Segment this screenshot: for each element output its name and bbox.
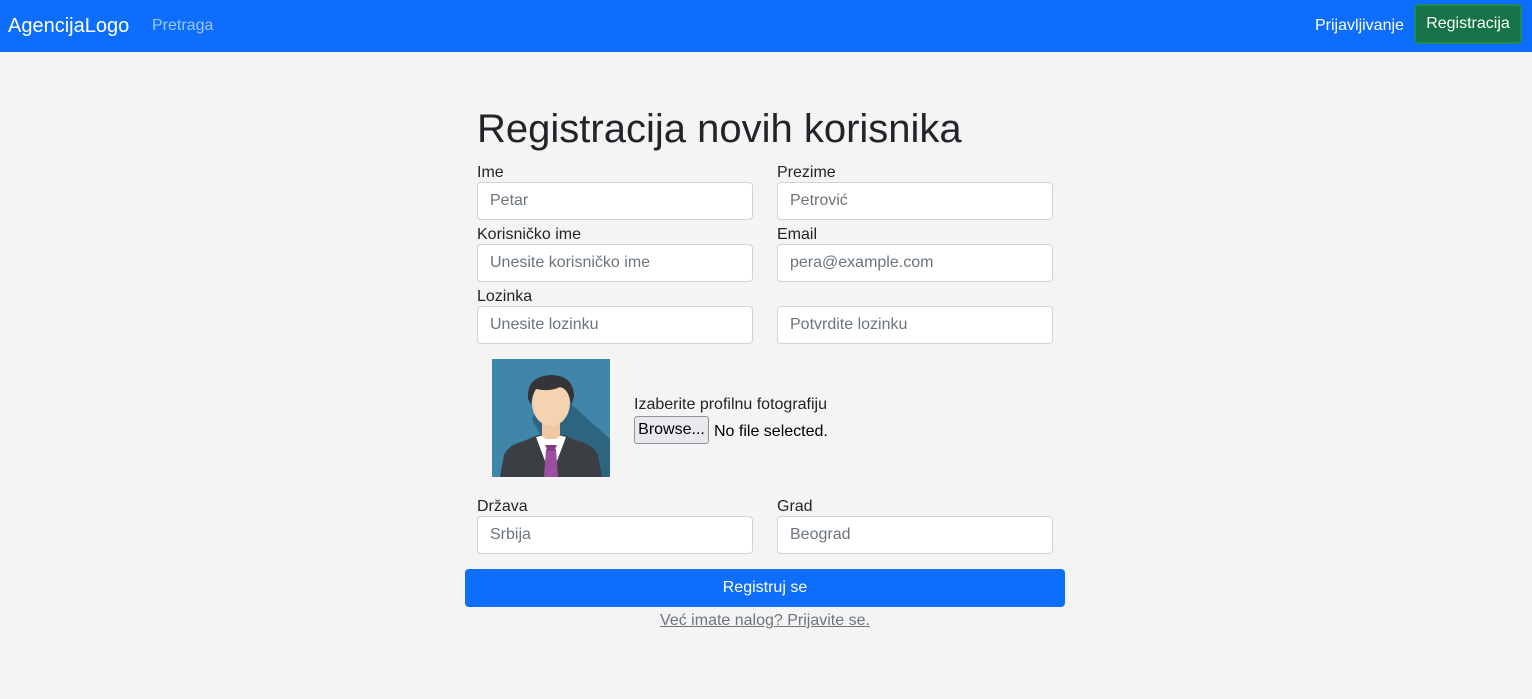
country-label: Država	[477, 498, 528, 515]
username-label: Korisničko ime	[477, 226, 582, 243]
city-input[interactable]	[777, 516, 1053, 554]
password-confirm-input[interactable]	[777, 306, 1053, 344]
password-label: Lozinka	[477, 288, 533, 305]
first-name-input[interactable]	[477, 182, 753, 220]
country-input[interactable]	[477, 516, 753, 554]
page-title: Registracija novih korisnika	[477, 107, 962, 151]
navbar: AgencijaLogo Pretraga Prijavljivanje Reg…	[0, 0, 1532, 52]
password-input[interactable]	[477, 306, 753, 344]
city-label: Grad	[777, 498, 813, 515]
nav-search-link[interactable]: Pretraga	[152, 16, 213, 36]
email-input[interactable]	[777, 244, 1053, 282]
first-name-label: Ime	[477, 164, 504, 181]
file-status-text: No file selected.	[714, 423, 828, 440]
last-name-input[interactable]	[777, 182, 1053, 220]
last-name-label: Prezime	[777, 164, 836, 181]
login-link[interactable]: Već imate nalog? Prijavite se.	[465, 611, 1065, 631]
username-input[interactable]	[477, 244, 753, 282]
browse-button[interactable]: Browse...	[634, 416, 709, 444]
register-submit-button[interactable]: Registruj se	[465, 569, 1065, 607]
email-label: Email	[777, 226, 818, 243]
brand-logo[interactable]: AgencijaLogo	[8, 13, 129, 39]
nav-register-button[interactable]: Registracija	[1414, 4, 1522, 44]
default-user-avatar-icon	[492, 359, 610, 477]
nav-login-link[interactable]: Prijavljivanje	[1315, 16, 1404, 36]
photo-label: Izaberite profilnu fotografiju	[634, 396, 827, 413]
